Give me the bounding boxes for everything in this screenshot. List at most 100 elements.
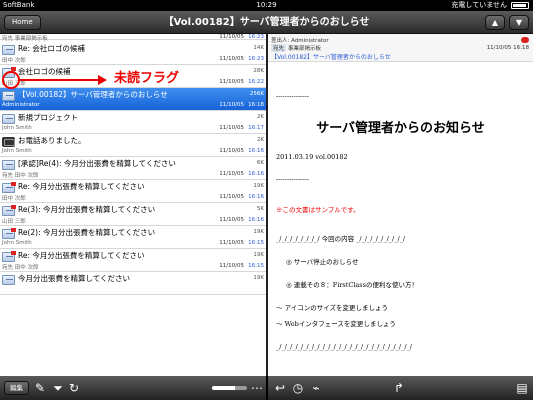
message-sender: 山田 三郎 bbox=[2, 219, 26, 225]
unread-flag-highlight bbox=[2, 71, 20, 89]
message-size: 19K bbox=[253, 229, 264, 235]
refresh-icon[interactable]: ↻ bbox=[66, 380, 82, 396]
contents-item: ～ Webインタフェースを変更しましょう bbox=[276, 320, 396, 328]
message-sender: John Smith bbox=[2, 148, 32, 154]
message-date: 11/10/05 bbox=[219, 217, 244, 223]
filter-icon[interactable]: ⏷ bbox=[50, 380, 66, 396]
message-date: 11/10/05 bbox=[219, 125, 244, 131]
list-toolbar: 編集 ✎ ⏷ ↻ ⋯ bbox=[0, 376, 266, 400]
message-subject: 【Vol.00182】サーバ管理者からのおしらせ bbox=[18, 90, 168, 99]
sample-notice: ※この文書はサンプルです。 bbox=[276, 207, 360, 214]
message-time: 16:17 bbox=[248, 125, 264, 131]
message-detail: 差出人: Administrator 宛先 事業部掲示板 11/10/05 16:… bbox=[268, 34, 533, 376]
message-size: 19K bbox=[253, 252, 264, 258]
previous-message-button[interactable]: ▲ bbox=[485, 15, 505, 30]
body-rule: --------------- bbox=[276, 175, 309, 183]
charging-status: 充電していません bbox=[451, 1, 507, 9]
message-date: 11/10/05 bbox=[219, 56, 244, 62]
message-time: 16:15 bbox=[248, 263, 264, 269]
message-time: 16:16 bbox=[248, 217, 264, 223]
message-subject: Re: 会社ロゴの候補 bbox=[18, 44, 85, 53]
list-item[interactable]: 新規プロジェクト 2K John Smith 11/10/05 16:17 bbox=[0, 111, 266, 134]
message-size: 5K bbox=[256, 206, 264, 212]
read-message-icon bbox=[2, 114, 15, 124]
callout-arrow-head bbox=[98, 75, 107, 85]
recipient-tag: 宛先 bbox=[271, 44, 287, 52]
message-sender: 宛先 田中 次郎 bbox=[2, 173, 39, 179]
read-message-icon bbox=[2, 45, 15, 55]
contents-heading: _/_/_/_/_/_/_/_/ 今回の内容 _/_/_/_/_/_/_/_/_… bbox=[276, 235, 406, 243]
message-size: 19K bbox=[253, 275, 264, 281]
sync-progress-fill bbox=[212, 386, 235, 390]
message-header: 差出人: Administrator 宛先 事業部掲示板 11/10/05 16:… bbox=[268, 34, 533, 62]
home-button[interactable]: Home bbox=[4, 15, 41, 30]
message-subject: お電話ありました。 bbox=[18, 136, 86, 145]
unread-flag-callout: 未読フラグ bbox=[114, 71, 180, 86]
navigation-bar: Home 【Vol.00182】サーバ管理者からのおしらせ ▲ ▼ bbox=[0, 11, 533, 34]
message-time: 16:18 bbox=[248, 102, 264, 108]
message-sender: John Smith bbox=[2, 240, 32, 246]
message-list[interactable]: 宛先 事業部掲示板 11/10/05 16:23 Re: 会社ロゴの候補 14K… bbox=[0, 34, 266, 376]
body-title: サーバ管理者からのお知らせ bbox=[316, 120, 485, 135]
clock-icon[interactable]: ◷ bbox=[290, 380, 306, 396]
unread-flag-icon bbox=[2, 182, 16, 193]
attachment-icon[interactable]: ⌁ bbox=[308, 380, 324, 396]
message-date: 11/10/05 bbox=[219, 148, 244, 154]
message-date: 11/10/05 bbox=[219, 102, 244, 108]
list-item[interactable]: Re(2): 今月分出張費を精算してください 19K John Smith 11… bbox=[0, 226, 266, 249]
message-time: 16:23 bbox=[248, 34, 264, 40]
message-body: --------------- サーバ管理者からのお知らせ 2011.03.19… bbox=[270, 62, 531, 376]
list-item[interactable]: お電話ありました。 2K John Smith 11/10/05 16:16 bbox=[0, 134, 266, 157]
contents-item: ◎ サーバ停止のおしらせ bbox=[286, 258, 359, 266]
message-time: 16:16 bbox=[248, 148, 264, 154]
list-item[interactable]: Re: 会社ロゴの候補 14K 田中 次郎 11/10/05 16:23 bbox=[0, 42, 266, 65]
message-date: 11/10/05 bbox=[219, 194, 244, 200]
message-size: 2K bbox=[256, 137, 264, 143]
status-bar: SoftBank 10:29 充電していません bbox=[0, 0, 533, 11]
list-item[interactable]: Re: 今月分出張費を精算してください 19K 田中 次郎 11/10/05 1… bbox=[0, 180, 266, 203]
list-item-selected[interactable]: 【Vol.00182】サーバ管理者からのおしらせ 256K Administra… bbox=[0, 88, 266, 111]
message-from: 差出人: Administrator bbox=[271, 38, 329, 44]
message-subject: [承認]Re(4): 今月分出張費を精算してください bbox=[18, 159, 176, 168]
sync-progress-bar bbox=[212, 386, 247, 390]
compose-icon[interactable]: ✎ bbox=[32, 380, 48, 396]
message-size: 2K bbox=[256, 114, 264, 120]
list-item[interactable]: 宛先 事業部掲示板 11/10/05 16:23 bbox=[0, 34, 266, 42]
message-sender: 田中 次郎 bbox=[2, 196, 26, 202]
list-item[interactable]: 今月分出張費を精算してください 19K bbox=[0, 272, 266, 295]
message-subject: 【Vol.00182】サーバ管理者からのおしらせ bbox=[271, 54, 391, 61]
message-sender: Administrator bbox=[2, 102, 40, 108]
list-item[interactable]: Re: 今月分出張費を精算してください 19K 宛先 田中 次郎 11/10/0… bbox=[0, 249, 266, 272]
message-date: 11/10/05 bbox=[219, 263, 244, 269]
message-subject: Re: 今月分出張費を精算してください bbox=[18, 182, 145, 191]
next-message-button[interactable]: ▼ bbox=[509, 15, 529, 30]
page-title: 【Vol.00182】サーバ管理者からのおしらせ bbox=[163, 17, 370, 28]
message-time: 16:16 bbox=[248, 194, 264, 200]
forward-icon[interactable]: ↱ bbox=[391, 380, 407, 396]
contents-item: ～ アイコンのサイズを変更しましょう bbox=[276, 304, 389, 312]
trash-icon[interactable]: ▤ bbox=[514, 380, 530, 396]
unread-flag-icon bbox=[2, 228, 16, 239]
read-message-icon bbox=[2, 160, 15, 170]
message-date: 11/10/05 bbox=[219, 171, 244, 177]
reply-icon[interactable]: ↩ bbox=[272, 380, 288, 396]
more-icon[interactable]: ⋯ bbox=[249, 380, 265, 396]
contents-item: ◎ 連載その８：FirstClassの便利な使い方！ bbox=[286, 281, 418, 289]
message-time: 16:23 bbox=[248, 56, 264, 62]
message-sender: 田中 次郎 bbox=[2, 58, 26, 64]
message-subject: Re: 今月分出張費を精算してください bbox=[18, 251, 145, 260]
read-message-icon bbox=[2, 91, 15, 101]
list-item[interactable]: Re(3): 今月分出張費を精算してください 5K 山田 三郎 11/10/05… bbox=[0, 203, 266, 226]
list-item[interactable]: [承認]Re(4): 今月分出張費を精算してください 6K 宛先 田中 次郎 1… bbox=[0, 157, 266, 180]
message-size: 256K bbox=[249, 91, 264, 97]
message-size: 19K bbox=[253, 183, 264, 189]
edit-button[interactable]: 編集 bbox=[4, 381, 29, 395]
message-size: 28K bbox=[253, 68, 264, 74]
message-sender: 宛先 事業部掲示板 bbox=[2, 36, 48, 42]
message-size: 6K bbox=[256, 160, 264, 166]
message-subject: Re(3): 今月分出張費を精算してください bbox=[18, 205, 156, 214]
message-date: 11/10/05 bbox=[219, 79, 244, 85]
message-date: 11/10/05 bbox=[219, 34, 244, 40]
message-date: 11/10/05 bbox=[219, 240, 244, 246]
message-size: 14K bbox=[253, 45, 264, 51]
